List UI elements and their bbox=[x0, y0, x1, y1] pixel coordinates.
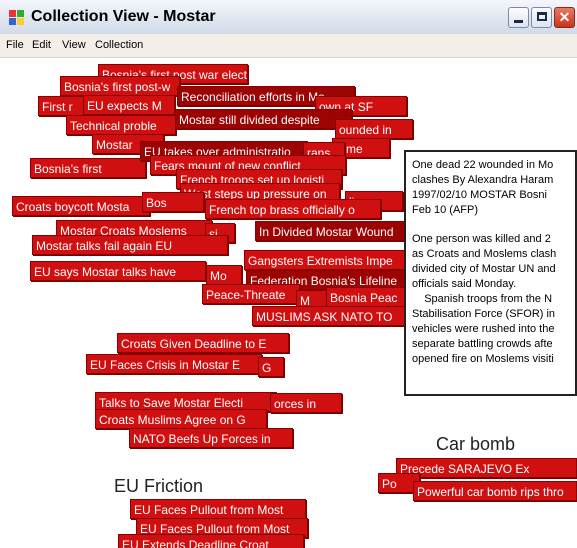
document-line: Feb 10 (AFP) bbox=[412, 204, 479, 216]
document-tag[interactable]: EU Faces Pullout from Most bbox=[130, 499, 306, 519]
document-tag[interactable]: Bosnia's first post-w bbox=[60, 76, 180, 96]
document-tag[interactable]: Bosnia's first bbox=[30, 158, 146, 178]
document-tag[interactable]: EU Faces Crisis in Mostar E bbox=[86, 354, 262, 374]
document-tag[interactable]: Croats boycott Mosta bbox=[12, 196, 150, 216]
document-line: as Croats and Moslems clash bbox=[412, 248, 557, 260]
menu-file[interactable]: File bbox=[6, 39, 24, 51]
app-icon bbox=[9, 10, 25, 26]
document-tag[interactable]: EU expects M bbox=[83, 95, 175, 115]
document-line: One dead 22 wounded in Mo bbox=[412, 159, 554, 171]
document-tag[interactable]: In Divided Mostar Wound bbox=[255, 221, 407, 241]
document-tag[interactable]: Technical proble bbox=[66, 115, 176, 135]
collection-view-window: Collection View - Mostar ✕ File Edit Vie… bbox=[0, 0, 577, 548]
document-line: opened fire on Moslems visiti bbox=[412, 353, 554, 365]
document-tag[interactable]: ounded in bbox=[335, 119, 413, 139]
document-tag[interactable]: G bbox=[258, 357, 284, 377]
document-tag[interactable]: Precede SARAJEVO Ex bbox=[396, 458, 577, 478]
document-tag[interactable]: Mo bbox=[206, 265, 242, 285]
maximize-icon bbox=[537, 12, 547, 21]
cluster-label-eu-friction: EU Friction bbox=[114, 476, 204, 496]
document-tag[interactable]: orces in bbox=[270, 393, 342, 413]
document-tag[interactable]: Mostar talks fail again EU bbox=[32, 235, 228, 255]
document-tag[interactable]: Bos bbox=[142, 192, 204, 212]
document-line: officials said Monday. bbox=[412, 278, 517, 290]
document-tag[interactable]: Croats Muslims Agree on G bbox=[95, 409, 267, 429]
minimize-icon bbox=[514, 20, 523, 23]
document-tag[interactable]: Powerful car bomb rips thro bbox=[413, 481, 577, 501]
document-tag[interactable]: EU says Mostar talks have bbox=[30, 261, 206, 281]
document-tag[interactable]: EU Extends Deadline Croat bbox=[118, 534, 304, 548]
document-tag[interactable]: MUSLIMS ASK NATO TO bbox=[252, 306, 408, 326]
document-tag[interactable]: Mostar still divided despite bbox=[175, 109, 352, 129]
document-line: clashes By Alexandra Haram bbox=[412, 174, 554, 186]
cluster-label-car-bomb: Car bomb bbox=[436, 434, 516, 454]
document-tag[interactable]: Peace-Threate bbox=[202, 284, 300, 304]
document-line: vehicles were rushed into the bbox=[412, 323, 555, 335]
minimize-button[interactable] bbox=[508, 7, 529, 28]
close-icon: ✕ bbox=[558, 9, 571, 25]
menu-edit[interactable]: Edit bbox=[32, 39, 51, 51]
document-tag[interactable]: NATO Beefs Up Forces in bbox=[129, 428, 293, 448]
document-line: divided city of Mostar UN and bbox=[412, 263, 556, 275]
document-tag[interactable]: French top brass officially o bbox=[205, 199, 381, 219]
document-line: separate battling crowds afte bbox=[412, 338, 553, 350]
maximize-button[interactable] bbox=[531, 7, 552, 28]
title-bar[interactable]: Collection View - Mostar ✕ bbox=[0, 0, 577, 35]
menu-collection[interactable]: Collection bbox=[95, 39, 143, 51]
menu-view[interactable]: View bbox=[62, 39, 86, 51]
document-line: Stabilisation Force (SFOR) in bbox=[412, 308, 556, 320]
document-line: Spanish troops from the N bbox=[412, 293, 553, 305]
window-title: Collection View - Mostar bbox=[31, 8, 216, 25]
collection-canvas[interactable]: Bosnia's first post war elect Bosnia's f… bbox=[0, 58, 577, 548]
document-preview[interactable]: One dead 22 wounded in Mo clashes By Ale… bbox=[404, 150, 577, 396]
document-tag[interactable]: Gangsters Extremists Impe bbox=[244, 250, 406, 270]
document-line: One person was killed and 2 bbox=[412, 233, 551, 245]
document-tag[interactable]: First r bbox=[38, 96, 86, 116]
document-tag[interactable]: Croats Given Deadline to E bbox=[117, 333, 289, 353]
close-button[interactable]: ✕ bbox=[554, 7, 575, 28]
document-tag[interactable]: Bosnia Peac bbox=[326, 287, 408, 307]
menu-bar: File Edit View Collection bbox=[0, 34, 577, 58]
document-line: 1997/02/10 MOSTAR Bosni bbox=[412, 189, 547, 201]
